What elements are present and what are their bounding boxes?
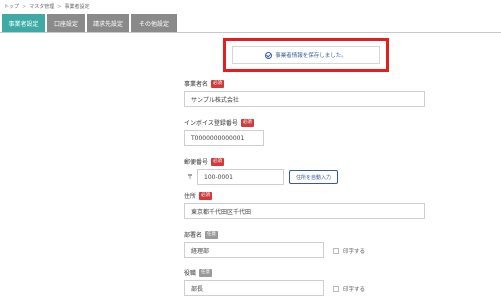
department-input[interactable]: 経理部 xyxy=(184,242,324,258)
required-badge: 必須 xyxy=(211,79,225,88)
postal-code-label-text: 郵便番号 xyxy=(184,159,209,166)
invoice-number-input[interactable]: T0000000000001 xyxy=(184,130,264,146)
check-circle-icon xyxy=(265,51,273,59)
breadcrumb-current: 事業者設定 xyxy=(64,4,90,10)
address-label-text: 住所 xyxy=(184,193,197,200)
optional-badge: 任意 xyxy=(199,268,213,277)
position-label: 役職 任意 xyxy=(184,268,213,277)
business-name-input[interactable]: サンプル株式会社 xyxy=(184,91,425,107)
department-print-checkbox[interactable]: 印字する xyxy=(333,247,365,255)
tab-divider xyxy=(0,32,501,33)
tab-other-settings[interactable]: その他設定 xyxy=(131,14,177,32)
required-badge: 必須 xyxy=(240,118,254,127)
save-notice-highlight: 事業者情報を保存しました。 xyxy=(223,38,389,72)
address-input[interactable]: 東京都千代田区千代田 xyxy=(184,203,425,219)
required-badge: 必須 xyxy=(199,191,213,200)
postal-code-label: 郵便番号 必須 xyxy=(184,157,225,166)
invoice-number-label-text: インボイス登録番号 xyxy=(184,120,238,127)
tab-billing-settings[interactable]: 請求先設定 xyxy=(87,14,129,32)
tab-business-settings[interactable]: 事業者設定 xyxy=(2,14,45,32)
invoice-number-label: インボイス登録番号 必須 xyxy=(184,118,254,127)
required-badge: 必須 xyxy=(211,157,225,166)
optional-badge: 任意 xyxy=(205,230,219,239)
position-print-label: 印字する xyxy=(343,287,366,293)
auto-fill-address-button[interactable]: 住所を自動入力 xyxy=(289,170,338,184)
department-label: 部署名 任意 xyxy=(184,230,219,239)
address-label: 住所 必須 xyxy=(184,191,213,200)
position-print-checkbox[interactable]: 印字する xyxy=(333,285,365,293)
save-success-message: 事業者情報を保存しました。 xyxy=(232,46,380,64)
tab-account-settings[interactable]: 口座設定 xyxy=(47,14,85,32)
postal-code-input[interactable]: 100-0001 xyxy=(197,169,284,185)
department-print-label: 印字する xyxy=(343,249,366,255)
save-success-text: 事業者情報を保存しました。 xyxy=(275,53,347,59)
breadcrumb-separator: > xyxy=(57,4,62,10)
settings-tabs: 事業者設定 口座設定 請求先設定 その他設定 xyxy=(2,14,177,32)
position-input[interactable]: 部長 xyxy=(184,280,324,296)
checkbox-box[interactable] xyxy=(333,248,339,254)
department-label-text: 部署名 xyxy=(184,232,203,239)
business-name-label-text: 事業者名 xyxy=(184,81,209,88)
breadcrumb-top[interactable]: トップ xyxy=(4,4,19,10)
checkbox-box[interactable] xyxy=(333,286,339,292)
postal-mark: 〒 xyxy=(187,174,194,181)
breadcrumb: トップ > マスタ管理 > 事業者設定 xyxy=(4,3,89,10)
breadcrumb-master[interactable]: マスタ管理 xyxy=(29,4,54,10)
position-label-text: 役職 xyxy=(184,270,197,277)
business-name-label: 事業者名 必須 xyxy=(184,79,225,88)
breadcrumb-separator: > xyxy=(22,4,27,10)
